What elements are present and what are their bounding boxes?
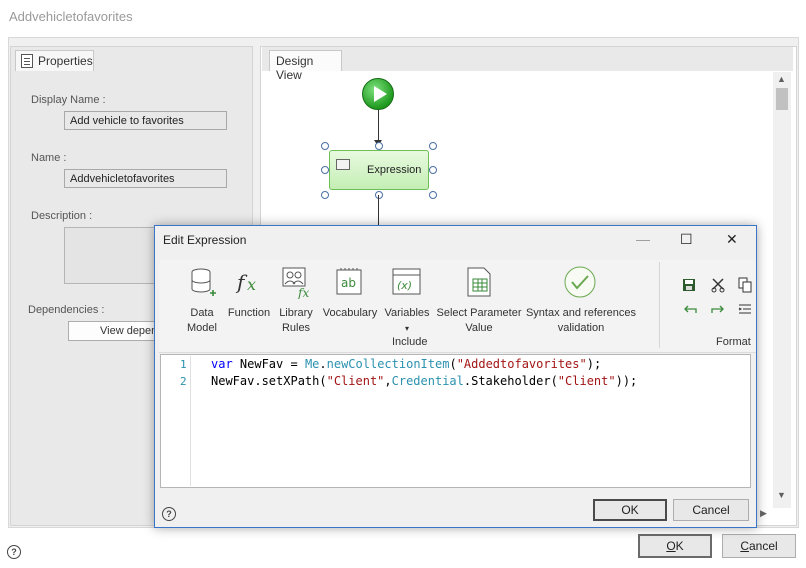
code-text: , bbox=[384, 374, 392, 388]
selection-handle[interactable] bbox=[375, 142, 383, 150]
window-title: Addvehicletofavorites bbox=[9, 9, 133, 24]
library-rules-icon[interactable]: fx bbox=[282, 267, 312, 299]
function-icon[interactable]: f x bbox=[235, 268, 263, 296]
data-model-button[interactable]: Data Model bbox=[183, 306, 221, 336]
expression-node[interactable]: Expression bbox=[329, 150, 429, 190]
select-parameter-icon[interactable] bbox=[466, 267, 494, 299]
dialog-ok-button[interactable]: OK bbox=[593, 499, 667, 521]
dialog-help-icon[interactable]: ? bbox=[162, 507, 176, 521]
ribbon-separator bbox=[659, 262, 660, 348]
close-icon[interactable]: ✕ bbox=[726, 231, 738, 248]
minimize-icon[interactable]: — bbox=[636, 231, 650, 247]
code-text: NewFav.setXPath( bbox=[211, 374, 327, 388]
code-identifier: newCollectionItem bbox=[326, 357, 450, 371]
ok-accelerator: O bbox=[666, 539, 676, 553]
display-name-field[interactable]: Add vehicle to favorites bbox=[64, 111, 227, 130]
svg-text:x: x bbox=[247, 275, 256, 294]
scrollbar-thumb[interactable] bbox=[776, 88, 788, 110]
svg-text:fx: fx bbox=[297, 286, 309, 299]
code-identifier: Credential bbox=[391, 374, 464, 388]
description-label: Description : bbox=[31, 210, 93, 222]
variables-dropdown-icon[interactable]: ▾ bbox=[402, 321, 412, 336]
code-line-1[interactable]: var NewFav = Me.newCollectionItem("Added… bbox=[211, 357, 601, 371]
selection-handle[interactable] bbox=[321, 191, 329, 199]
code-keyword: var bbox=[211, 357, 233, 371]
syntax-validation-button[interactable]: Syntax and references validation bbox=[524, 306, 638, 336]
scroll-up-icon[interactable]: ▲ bbox=[777, 74, 786, 84]
selection-handle[interactable] bbox=[321, 142, 329, 150]
cut-icon[interactable] bbox=[710, 277, 726, 293]
tab-properties[interactable]: Properties bbox=[15, 50, 94, 71]
ok-button[interactable]: OK bbox=[638, 534, 712, 558]
properties-icon bbox=[21, 54, 33, 68]
code-text: . bbox=[319, 357, 327, 371]
code-text: NewFav = bbox=[232, 357, 305, 371]
connector-line bbox=[378, 195, 379, 227]
code-text: )); bbox=[615, 374, 638, 388]
maximize-icon[interactable]: ☐ bbox=[680, 231, 693, 248]
scroll-down-icon[interactable]: ▼ bbox=[777, 490, 786, 500]
vocabulary-icon[interactable]: ab bbox=[335, 267, 363, 297]
selection-handle[interactable] bbox=[375, 191, 383, 199]
save-icon[interactable] bbox=[682, 278, 696, 292]
svg-text:(x): (x) bbox=[397, 279, 412, 292]
validation-icon[interactable] bbox=[563, 265, 599, 301]
tab-properties-label: Properties bbox=[38, 54, 93, 68]
include-group-label: Include bbox=[392, 336, 428, 348]
variables-icon[interactable]: (x) bbox=[392, 267, 422, 297]
tab-design-view-label: Design View bbox=[276, 54, 314, 82]
select-parameter-value-button[interactable]: Select Parameter Value bbox=[436, 306, 522, 336]
vocabulary-button[interactable]: Vocabulary bbox=[320, 306, 380, 321]
code-identifier: Me bbox=[304, 357, 320, 371]
dependencies-label: Dependencies : bbox=[28, 304, 105, 316]
name-label: Name : bbox=[31, 152, 67, 164]
code-string: "Addedtofavorites" bbox=[456, 357, 587, 371]
ok-label-rest: K bbox=[675, 539, 684, 553]
svg-text:ab: ab bbox=[341, 276, 356, 290]
data-model-icon[interactable] bbox=[189, 267, 217, 299]
undo-icon[interactable] bbox=[682, 302, 698, 316]
scroll-right-icon[interactable]: ▶ bbox=[760, 508, 767, 519]
line-number: 2 bbox=[180, 375, 187, 388]
dialog-title: Edit Expression bbox=[163, 233, 247, 247]
variables-button[interactable]: Variables bbox=[383, 306, 431, 321]
design-vertical-scrollbar[interactable] bbox=[773, 72, 791, 508]
function-button[interactable]: Function bbox=[226, 306, 272, 321]
dialog-cancel-button[interactable]: Cancel bbox=[673, 499, 749, 521]
display-name-label: Display Name : bbox=[31, 94, 106, 106]
gutter-divider bbox=[190, 356, 191, 486]
name-field[interactable]: Addvehicletofavorites bbox=[64, 169, 227, 188]
code-line-2[interactable]: NewFav.setXPath("Client",Credential.Stak… bbox=[211, 374, 637, 388]
selection-handle[interactable] bbox=[321, 166, 329, 174]
format-group-label: Format bbox=[716, 336, 751, 348]
selection-handle[interactable] bbox=[429, 191, 437, 199]
code-string: "Client" bbox=[557, 374, 616, 388]
redo-icon[interactable] bbox=[710, 302, 726, 316]
line-number: 1 bbox=[180, 358, 187, 371]
selection-handle[interactable] bbox=[429, 142, 437, 150]
code-text: ( bbox=[449, 357, 457, 371]
indent-icon[interactable] bbox=[738, 303, 752, 315]
cancel-button[interactable]: Cancel bbox=[722, 534, 796, 558]
selection-handle[interactable] bbox=[429, 166, 437, 174]
tab-design-view[interactable]: Design View bbox=[269, 50, 342, 82]
code-text: ); bbox=[586, 357, 602, 371]
cancel-label-rest: ancel bbox=[748, 539, 778, 553]
expression-icon bbox=[336, 159, 350, 170]
cancel-accelerator: C bbox=[740, 539, 749, 553]
start-icon[interactable] bbox=[362, 78, 394, 110]
help-icon[interactable]: ? bbox=[7, 545, 21, 559]
code-string: "Client" bbox=[326, 374, 385, 388]
library-rules-button[interactable]: Library Rules bbox=[276, 306, 316, 336]
expression-node-label: Expression bbox=[367, 164, 422, 176]
copy-icon[interactable] bbox=[738, 277, 752, 293]
code-text: .Stakeholder( bbox=[463, 374, 558, 388]
